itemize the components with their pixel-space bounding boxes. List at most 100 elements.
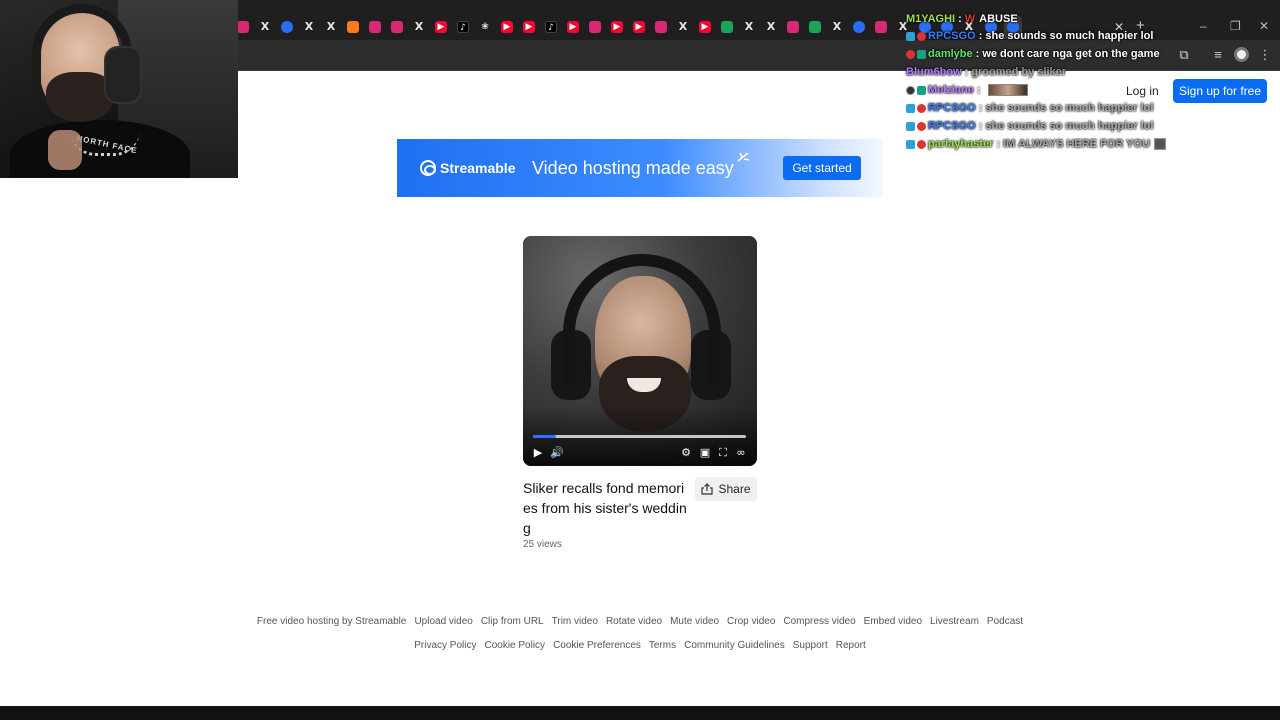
play-icon[interactable]: ▶ xyxy=(531,446,545,460)
streamable-icon xyxy=(853,21,865,33)
footer-link[interactable]: Free video hosting by Streamable xyxy=(257,616,407,627)
footer-links-secondary: Privacy Policy Cookie Policy Cookie Prefer… xyxy=(0,640,1280,651)
openai-icon: ❀ xyxy=(481,22,489,32)
chat-username[interactable]: RPCSGO xyxy=(928,30,976,42)
taskbar-strip xyxy=(0,706,1280,720)
browser-tab[interactable]: ♪ xyxy=(454,15,472,39)
browser-tab[interactable] xyxy=(652,15,670,39)
chat-username[interactable]: Blum6bow xyxy=(906,66,962,78)
signup-button[interactable]: Sign up for free xyxy=(1173,79,1267,103)
chat-username[interactable]: parlayhaster xyxy=(928,138,993,150)
chat-username[interactable]: M1YAGHI xyxy=(906,13,955,25)
browser-tab[interactable] xyxy=(388,15,406,39)
browser-tab[interactable]: X xyxy=(256,15,274,39)
share-button[interactable]: Share xyxy=(695,477,757,501)
streamable-icon xyxy=(281,21,293,33)
video-player[interactable]: ▶ 🔊 ⚙ ▣ ⛶ ∞ xyxy=(523,236,757,466)
volume-icon[interactable]: 🔊 xyxy=(550,446,564,460)
browser-tab[interactable] xyxy=(784,15,802,39)
profile-avatar[interactable] xyxy=(1234,47,1249,62)
browser-tab[interactable]: ▶ xyxy=(432,15,450,39)
browser-tab[interactable]: ▶ xyxy=(630,15,648,39)
sparkle-icon xyxy=(737,152,750,162)
browser-tab[interactable] xyxy=(278,15,296,39)
browser-tab[interactable]: X xyxy=(410,15,428,39)
footer-link[interactable]: Upload video xyxy=(414,616,472,627)
minimize-icon[interactable]: – xyxy=(1200,18,1207,34)
youtube-icon: ▶ xyxy=(567,21,579,33)
footer-link[interactable]: Report xyxy=(836,640,866,651)
browser-tab[interactable]: X xyxy=(674,15,692,39)
footer-link[interactable]: Cookie Preferences xyxy=(553,640,641,651)
webcam-earcup xyxy=(104,46,142,104)
footer-link[interactable]: Terms xyxy=(649,640,676,651)
footer-link[interactable]: Podcast xyxy=(987,616,1023,627)
fullscreen-icon[interactable]: ⛶ xyxy=(716,446,730,460)
browser-tab[interactable] xyxy=(366,15,384,39)
chat-username[interactable]: Melziane xyxy=(928,84,974,96)
chat-badge-icon xyxy=(906,85,915,95)
browser-tab[interactable]: X xyxy=(828,15,846,39)
chat-username[interactable]: damlybe xyxy=(928,48,973,60)
footer-link[interactable]: Crop video xyxy=(727,616,775,627)
footer-link[interactable]: Clip from URL xyxy=(481,616,544,627)
chat-message: RPCSGO: she sounds so much happier lol xyxy=(906,99,1153,117)
chat-separator: : xyxy=(978,120,983,132)
webcam-hand xyxy=(48,130,82,170)
chat-badge-icon xyxy=(917,103,926,113)
footer-links-primary: Free video hosting by Streamable Upload v… xyxy=(0,616,1280,627)
browser-tab[interactable] xyxy=(850,15,868,39)
video-progress-bar[interactable] xyxy=(533,435,746,438)
footer-link[interactable]: Embed video xyxy=(864,616,922,627)
browser-tab[interactable]: ♪ xyxy=(542,15,560,39)
x-icon: X xyxy=(678,20,688,33)
chat-separator: : xyxy=(958,13,962,25)
chat-message: RPCSGO: she sounds so much happier lol xyxy=(906,117,1153,135)
footer-link[interactable]: Cookie Policy xyxy=(484,640,545,651)
streamable-player-logo-icon[interactable]: ∞ xyxy=(734,446,748,460)
footer-link[interactable]: Compress video xyxy=(783,616,855,627)
footer-link[interactable]: Rotate video xyxy=(606,616,662,627)
browser-tab[interactable]: X xyxy=(762,15,780,39)
browser-tab[interactable]: ❀ xyxy=(476,15,494,39)
menu-icon[interactable]: ⋮ xyxy=(1257,47,1273,63)
chat-badge-icon xyxy=(917,49,926,59)
browser-tab[interactable]: ▶ xyxy=(608,15,626,39)
x-icon: X xyxy=(414,20,424,33)
browser-tab[interactable] xyxy=(718,15,736,39)
browser-tab[interactable]: X xyxy=(740,15,758,39)
video-title: Sliker recalls fond memories from his si… xyxy=(523,480,687,536)
footer-link[interactable]: Support xyxy=(793,640,828,651)
browser-tab[interactable]: ▶ xyxy=(564,15,582,39)
browser-tab[interactable] xyxy=(586,15,604,39)
browser-tab[interactable] xyxy=(344,15,362,39)
instagram-icon xyxy=(237,21,249,33)
browser-tab[interactable] xyxy=(872,15,890,39)
footer-link[interactable]: Trim video xyxy=(552,616,598,627)
chat-username[interactable]: RPCSGO xyxy=(928,120,976,132)
footer-link[interactable]: Community Guidelines xyxy=(684,640,785,651)
settings-icon[interactable]: ⚙ xyxy=(679,446,693,460)
footer-link[interactable]: Mute video xyxy=(670,616,719,627)
promo-banner[interactable]: Streamable Video hosting made easy Get s… xyxy=(397,139,883,197)
instagram-icon xyxy=(369,21,381,33)
browser-tab[interactable] xyxy=(806,15,824,39)
browser-tab[interactable]: ▶ xyxy=(696,15,714,39)
footer-link[interactable]: Livestream xyxy=(930,616,979,627)
media-controls-icon[interactable]: ≡ xyxy=(1210,47,1226,63)
x-icon: X xyxy=(744,20,754,33)
footer-link[interactable]: Privacy Policy xyxy=(414,640,476,651)
chat-message-text: ABUSE xyxy=(979,13,1018,25)
browser-tab[interactable]: X xyxy=(322,15,340,39)
youtube-icon: ▶ xyxy=(633,21,645,33)
chat-username[interactable]: RPCSGO xyxy=(928,102,976,114)
window-close-icon[interactable]: ✕ xyxy=(1259,18,1269,34)
get-started-button[interactable]: Get started xyxy=(783,156,861,180)
browser-tab[interactable]: ▶ xyxy=(520,15,538,39)
browser-tab[interactable]: ▶ xyxy=(498,15,516,39)
webcam-overlay: NORTH FACE xyxy=(0,0,238,178)
browser-tab[interactable]: X xyxy=(300,15,318,39)
login-link[interactable]: Log in xyxy=(1126,82,1159,100)
picture-in-picture-icon[interactable]: ▣ xyxy=(698,446,712,460)
maximize-icon[interactable]: ❐ xyxy=(1230,18,1241,34)
